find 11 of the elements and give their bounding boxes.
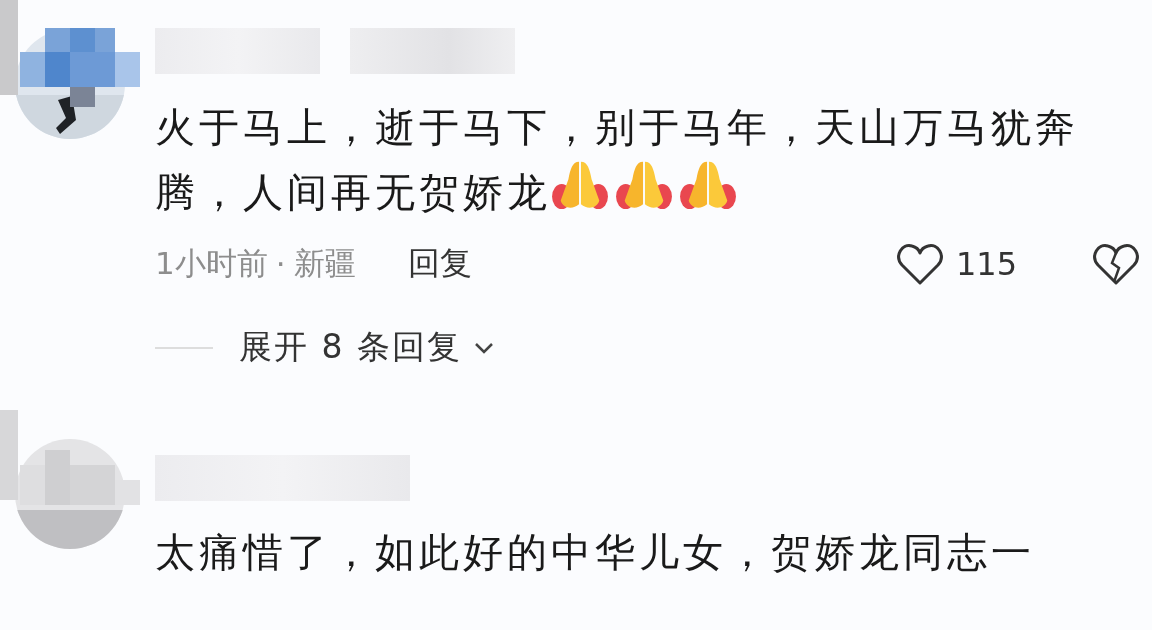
like-count: 115 xyxy=(955,245,1017,283)
chevron-down-icon xyxy=(474,341,494,354)
expand-replies-button[interactable]: 展开 8 条回复 xyxy=(239,325,494,370)
reply-button[interactable]: 回复 xyxy=(407,242,472,286)
comment-text: 火于马上，逝于马下，别于马年，天山万马犹奔腾，人间再无贺娇龙 xyxy=(155,103,1080,217)
separator-dot: · xyxy=(275,246,286,282)
broken-heart-icon[interactable] xyxy=(1092,242,1140,286)
heart-icon[interactable] xyxy=(895,242,944,286)
comment-location: 新疆 xyxy=(293,244,356,283)
comment-time: 1小时前 xyxy=(155,244,268,283)
comment-text: 太痛惜了，如此好的中华儿女，贺娇龙同志一 xyxy=(155,528,1036,577)
